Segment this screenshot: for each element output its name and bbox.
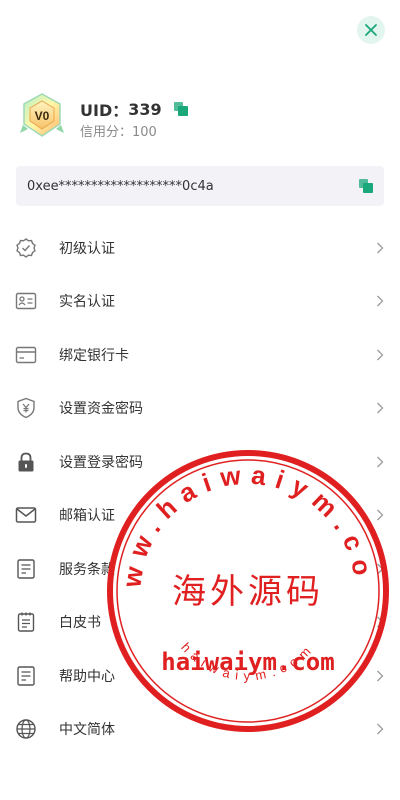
chevron-right-icon [377,295,384,307]
menu-label: 初级认证 [59,240,115,257]
menu-item-set-fund-password[interactable]: 设置资金密码 [0,382,400,436]
menu-label: 绑定银行卡 [59,347,129,364]
wallet-address: 0xee*******************0c4a [27,178,214,194]
bank-card-icon [15,346,37,363]
copy-address-icon[interactable] [359,179,373,193]
chevron-right-icon [377,242,384,254]
badge-text: V0 [35,109,50,123]
chevron-right-icon [377,616,384,628]
chevron-right-icon [377,349,384,361]
help-document-icon [17,666,35,686]
menu-item-email-verification[interactable]: 邮箱认证 [0,489,400,543]
menu-item-primary-verification[interactable]: 初级认证 [0,221,400,275]
settings-menu: 初级认证 实名认证 绑定银行卡 设置资金密码 设置登录密码 邮箱认证 服务条款 … [0,221,400,756]
credit-value: 100 [132,125,157,140]
uid-line: UID： 339 [80,97,188,121]
credit-label: 信用分： [80,125,133,140]
menu-label: 帮助中心 [59,668,115,685]
yen-shield-icon [17,398,35,419]
menu-item-bind-bank-card[interactable]: 绑定银行卡 [0,328,400,382]
menu-item-language[interactable]: 中文简体 [0,703,400,757]
menu-label: 邮箱认证 [59,508,115,525]
chevron-right-icon [377,456,384,468]
credit-score: 信用分：100 [80,121,157,140]
menu-item-help-center[interactable]: 帮助中心 [0,649,400,703]
menu-item-set-login-password[interactable]: 设置登录密码 [0,435,400,489]
menu-item-whitepaper[interactable]: 白皮书 [0,596,400,650]
globe-icon [16,719,36,739]
chevron-right-icon [377,509,384,521]
menu-label: 服务条款 [59,561,115,578]
wallet-address-field: 0xee*******************0c4a [16,166,384,206]
chevron-right-icon [377,563,384,575]
close-button[interactable] [357,16,385,44]
close-icon [365,24,377,36]
menu-label: 设置资金密码 [59,401,143,418]
menu-label: 中文简体 [59,722,115,739]
chevron-right-icon [377,723,384,735]
copy-uid-icon[interactable] [173,102,188,116]
profile-section: V0 UID： 339 信用分：100 [18,93,378,141]
menu-label: 实名认证 [59,294,115,311]
vip-badge-icon: V0 [20,93,64,137]
mail-icon [15,507,37,523]
menu-label: 设置登录密码 [59,454,143,471]
id-card-icon [15,293,37,310]
menu-label: 白皮书 [59,615,101,632]
chevron-right-icon [377,670,384,682]
verified-shield-icon [16,237,36,258]
notebook-icon [17,612,35,632]
document-icon [17,559,35,579]
chevron-right-icon [377,402,384,414]
uid-label: UID： [80,101,129,120]
menu-item-terms-of-service[interactable]: 服务条款 [0,542,400,596]
uid-value: 339 [128,99,162,119]
menu-item-real-name-verification[interactable]: 实名认证 [0,275,400,329]
lock-icon [18,452,34,472]
